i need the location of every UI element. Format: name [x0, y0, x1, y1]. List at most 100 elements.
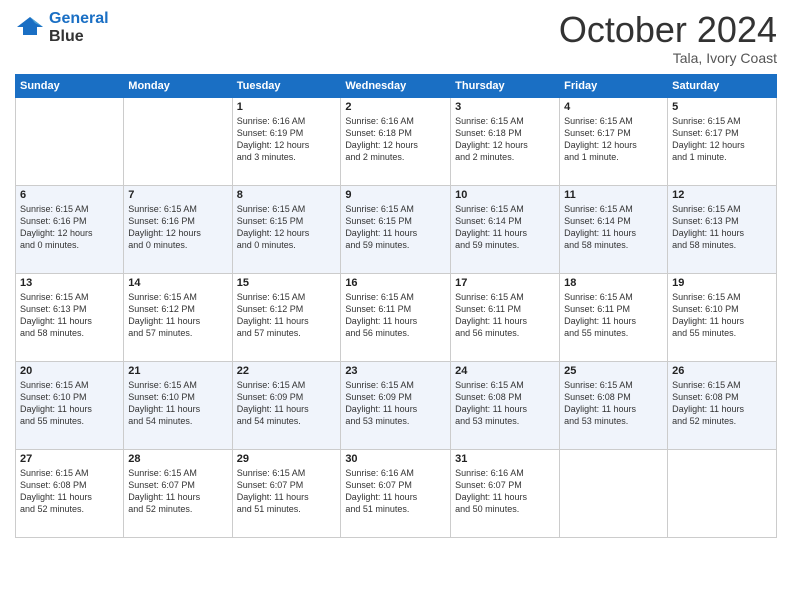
day-number: 23	[345, 365, 446, 377]
calendar-cell: 28 Sunrise: 6:15 AM Sunset: 6:07 PM Dayli…	[124, 449, 232, 537]
calendar-cell: 5Sunrise: 6:15 AM Sunset: 6:17 PM Daylig…	[668, 97, 777, 185]
calendar-week-row: 1 Sunrise: 6:16 AM Sunset: 6:19 PM Daylig…	[16, 97, 777, 185]
calendar-cell: 10 Sunrise: 6:15 AM Sunset: 6:14 PM Dayli…	[451, 185, 560, 273]
calendar-cell: 22 Sunrise: 6:15 AM Sunset: 6:09 PM Dayli…	[232, 361, 341, 449]
calendar-cell: 24 Sunrise: 6:15 AM Sunset: 6:08 PM Dayli…	[451, 361, 560, 449]
day-info: Sunrise: 6:15 AM Sunset: 6:15 PM Dayligh…	[237, 203, 337, 252]
logo-blue: Blue	[49, 28, 109, 46]
calendar-cell: 12 Sunrise: 6:15 AM Sunset: 6:13 PM Dayli…	[668, 185, 777, 273]
day-header-friday: Friday	[560, 74, 668, 97]
day-info: Sunrise: 6:15 AM Sunset: 6:07 PM Dayligh…	[128, 467, 227, 516]
day-number: 15	[237, 277, 337, 289]
day-header-thursday: Thursday	[451, 74, 560, 97]
day-info: Sunrise: 6:15 AM Sunset: 6:08 PM Dayligh…	[564, 379, 663, 428]
day-info: Sunrise: 6:15 AM Sunset: 6:08 PM Dayligh…	[455, 379, 555, 428]
day-info: Sunrise: 6:16 AM Sunset: 6:18 PM Dayligh…	[345, 115, 446, 164]
day-info: Sunrise: 6:15 AM Sunset: 6:10 PM Dayligh…	[20, 379, 119, 428]
day-info: Sunrise: 6:15 AM Sunset: 6:10 PM Dayligh…	[128, 379, 227, 428]
day-info: Sunrise: 6:15 AM Sunset: 6:10 PM Dayligh…	[672, 291, 772, 340]
day-info: Sunrise: 6:16 AM Sunset: 6:07 PM Dayligh…	[345, 467, 446, 516]
day-number: 10	[455, 189, 555, 201]
day-info: Sunrise: 6:15 AM Sunset: 6:11 PM Dayligh…	[564, 291, 663, 340]
day-info: Sunrise: 6:15 AM Sunset: 6:15 PM Dayligh…	[345, 203, 446, 252]
day-number: 24	[455, 365, 555, 377]
day-info: Sunrise: 6:15 AM Sunset: 6:11 PM Dayligh…	[455, 291, 555, 340]
calendar-week-row: 20 Sunrise: 6:15 AM Sunset: 6:10 PM Dayli…	[16, 361, 777, 449]
calendar-cell: 31Sunrise: 6:16 AM Sunset: 6:07 PM Dayli…	[451, 449, 560, 537]
calendar-cell: 15 Sunrise: 6:15 AM Sunset: 6:12 PM Dayli…	[232, 273, 341, 361]
calendar-cell: 1 Sunrise: 6:16 AM Sunset: 6:19 PM Daylig…	[232, 97, 341, 185]
day-info: Sunrise: 6:16 AM Sunset: 6:07 PM Dayligh…	[455, 467, 555, 516]
day-number: 14	[128, 277, 227, 289]
day-info: Sunrise: 6:15 AM Sunset: 6:09 PM Dayligh…	[345, 379, 446, 428]
calendar-cell: 26 Sunrise: 6:15 AM Sunset: 6:08 PM Dayli…	[668, 361, 777, 449]
day-info: Sunrise: 6:15 AM Sunset: 6:09 PM Dayligh…	[237, 379, 337, 428]
day-info: Sunrise: 6:15 AM Sunset: 6:17 PM Dayligh…	[564, 115, 663, 164]
day-number: 26	[672, 365, 772, 377]
day-number: 22	[237, 365, 337, 377]
day-header-saturday: Saturday	[668, 74, 777, 97]
day-info: Sunrise: 6:15 AM Sunset: 6:14 PM Dayligh…	[564, 203, 663, 252]
day-info: Sunrise: 6:15 AM Sunset: 6:08 PM Dayligh…	[20, 467, 119, 516]
day-number: 21	[128, 365, 227, 377]
calendar-week-row: 13Sunrise: 6:15 AM Sunset: 6:13 PM Dayli…	[16, 273, 777, 361]
day-info: Sunrise: 6:15 AM Sunset: 6:13 PM Dayligh…	[672, 203, 772, 252]
calendar-cell: 2 Sunrise: 6:16 AM Sunset: 6:18 PM Daylig…	[341, 97, 451, 185]
calendar-table: SundayMondayTuesdayWednesdayThursdayFrid…	[15, 74, 777, 538]
header: General Blue October 2024 Tala, Ivory Co…	[15, 10, 777, 66]
day-info: Sunrise: 6:15 AM Sunset: 6:17 PM Dayligh…	[672, 115, 772, 164]
day-number: 9	[345, 189, 446, 201]
day-info: Sunrise: 6:15 AM Sunset: 6:11 PM Dayligh…	[345, 291, 446, 340]
day-number: 28	[128, 453, 227, 465]
day-number: 8	[237, 189, 337, 201]
day-number: 27	[20, 453, 119, 465]
calendar-cell: 16 Sunrise: 6:15 AM Sunset: 6:11 PM Dayli…	[341, 273, 451, 361]
day-number: 16	[345, 277, 446, 289]
day-number: 17	[455, 277, 555, 289]
location-subtitle: Tala, Ivory Coast	[559, 50, 777, 66]
day-number: 18	[564, 277, 663, 289]
calendar-cell: 19 Sunrise: 6:15 AM Sunset: 6:10 PM Dayli…	[668, 273, 777, 361]
day-info: Sunrise: 6:15 AM Sunset: 6:13 PM Dayligh…	[20, 291, 119, 340]
calendar-cell: 6Sunrise: 6:15 AM Sunset: 6:16 PM Daylig…	[16, 185, 124, 273]
day-info: Sunrise: 6:15 AM Sunset: 6:18 PM Dayligh…	[455, 115, 555, 164]
calendar-cell: 4Sunrise: 6:15 AM Sunset: 6:17 PM Daylig…	[560, 97, 668, 185]
calendar-cell	[560, 449, 668, 537]
day-info: Sunrise: 6:15 AM Sunset: 6:08 PM Dayligh…	[672, 379, 772, 428]
day-header-tuesday: Tuesday	[232, 74, 341, 97]
month-year-title: October 2024	[559, 10, 777, 50]
calendar-cell: 29Sunrise: 6:15 AM Sunset: 6:07 PM Dayli…	[232, 449, 341, 537]
day-number: 11	[564, 189, 663, 201]
day-number: 19	[672, 277, 772, 289]
day-info: Sunrise: 6:15 AM Sunset: 6:14 PM Dayligh…	[455, 203, 555, 252]
day-info: Sunrise: 6:16 AM Sunset: 6:19 PM Dayligh…	[237, 115, 337, 164]
calendar-cell: 3Sunrise: 6:15 AM Sunset: 6:18 PM Daylig…	[451, 97, 560, 185]
calendar-cell: 25 Sunrise: 6:15 AM Sunset: 6:08 PM Dayli…	[560, 361, 668, 449]
calendar-cell	[668, 449, 777, 537]
calendar-cell: 13Sunrise: 6:15 AM Sunset: 6:13 PM Dayli…	[16, 273, 124, 361]
day-info: Sunrise: 6:15 AM Sunset: 6:12 PM Dayligh…	[237, 291, 337, 340]
logo: General Blue	[15, 10, 109, 45]
calendar-cell: 14 Sunrise: 6:15 AM Sunset: 6:12 PM Dayli…	[124, 273, 232, 361]
day-number: 6	[20, 189, 119, 201]
calendar-cell: 7Sunrise: 6:15 AM Sunset: 6:16 PM Daylig…	[124, 185, 232, 273]
day-number: 30	[345, 453, 446, 465]
day-number: 1	[237, 101, 337, 113]
calendar-header-row: SundayMondayTuesdayWednesdayThursdayFrid…	[16, 74, 777, 97]
calendar-cell	[124, 97, 232, 185]
day-number: 20	[20, 365, 119, 377]
calendar-week-row: 27 Sunrise: 6:15 AM Sunset: 6:08 PM Dayli…	[16, 449, 777, 537]
day-number: 12	[672, 189, 772, 201]
day-number: 25	[564, 365, 663, 377]
calendar-cell: 17 Sunrise: 6:15 AM Sunset: 6:11 PM Dayli…	[451, 273, 560, 361]
day-number: 7	[128, 189, 227, 201]
calendar-cell: 8 Sunrise: 6:15 AM Sunset: 6:15 PM Daylig…	[232, 185, 341, 273]
day-number: 2	[345, 101, 446, 113]
day-header-monday: Monday	[124, 74, 232, 97]
calendar-cell: 18 Sunrise: 6:15 AM Sunset: 6:11 PM Dayli…	[560, 273, 668, 361]
logo-text: General Blue	[49, 10, 109, 45]
day-header-wednesday: Wednesday	[341, 74, 451, 97]
calendar-cell: 21 Sunrise: 6:15 AM Sunset: 6:10 PM Dayli…	[124, 361, 232, 449]
day-info: Sunrise: 6:15 AM Sunset: 6:12 PM Dayligh…	[128, 291, 227, 340]
day-info: Sunrise: 6:15 AM Sunset: 6:07 PM Dayligh…	[237, 467, 337, 516]
